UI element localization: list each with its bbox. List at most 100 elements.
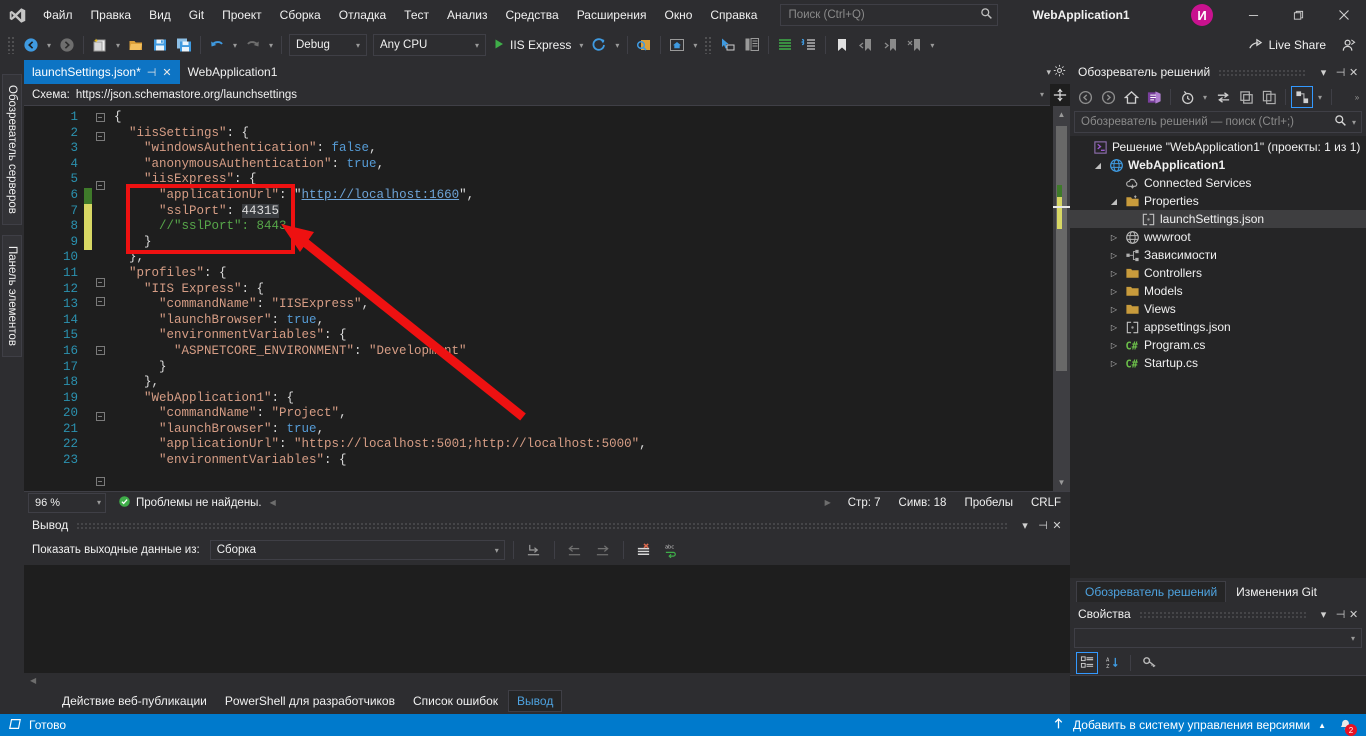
- pending-history-dropdown[interactable]: ▾: [1199, 85, 1211, 109]
- menu-help[interactable]: Справка: [701, 4, 766, 26]
- line-ending-indicator[interactable]: CRLF: [1022, 497, 1070, 509]
- navigate-backward-dropdown[interactable]: ▾: [43, 33, 55, 57]
- code-text-area[interactable]: {"iisSettings": {"windowsAuthentication"…: [108, 106, 1053, 491]
- menu-edit[interactable]: Правка: [82, 4, 141, 26]
- tab-settings-icon[interactable]: [1053, 64, 1066, 80]
- tab-launchsettings-json[interactable]: launchSettings.json* ⊣ ✕: [24, 60, 180, 84]
- editor-vertical-scrollbar[interactable]: ▲ ▼: [1053, 106, 1070, 491]
- search-input[interactable]: Поиск (Ctrl+Q): [780, 4, 999, 26]
- go-to-message-icon[interactable]: [522, 538, 546, 562]
- code-line[interactable]: {: [108, 110, 1053, 126]
- minimize-button[interactable]: [1231, 0, 1276, 30]
- categorized-view-icon[interactable]: [1076, 651, 1098, 674]
- redo-dropdown[interactable]: ▾: [265, 33, 277, 57]
- fold-toggle[interactable]: −: [92, 477, 108, 493]
- menu-git[interactable]: Git: [180, 4, 213, 26]
- code-line[interactable]: "applicationUrl": "http://localhost:1660…: [108, 188, 1053, 204]
- tree-item[interactable]: Решение "WebApplication1" (проекты: 1 из…: [1070, 138, 1366, 156]
- chevron-right-icon[interactable]: ▷: [1108, 251, 1120, 260]
- find-in-files-icon[interactable]: [632, 33, 656, 57]
- dock-tab-git-changes[interactable]: Изменения Git: [1228, 582, 1325, 602]
- close-icon[interactable]: ✕: [1349, 66, 1366, 79]
- scroll-up-arrow-icon[interactable]: ▲: [1053, 106, 1070, 123]
- toolbar-grip[interactable]: [7, 36, 16, 54]
- next-message-icon[interactable]: [591, 538, 615, 562]
- notifications-button[interactable]: 2: [1334, 714, 1357, 736]
- property-pages-icon[interactable]: [1138, 652, 1160, 674]
- uncomment-lines-icon[interactable]: [797, 33, 821, 57]
- next-bookmark-icon[interactable]: [878, 33, 902, 57]
- fold-toggle[interactable]: −: [92, 113, 108, 129]
- menu-test[interactable]: Тест: [395, 4, 438, 26]
- tab-error-list[interactable]: Список ошибок: [405, 691, 506, 711]
- clear-output-icon[interactable]: [632, 538, 656, 562]
- solution-home-dropdown[interactable]: ▾: [689, 33, 701, 57]
- fold-toggle[interactable]: −: [92, 411, 108, 428]
- menu-analyze[interactable]: Анализ: [438, 4, 497, 26]
- previous-message-icon[interactable]: [563, 538, 587, 562]
- code-line[interactable]: "anonymousAuthentication": true,: [108, 157, 1053, 173]
- chevron-right-icon[interactable]: ▷: [1108, 323, 1120, 332]
- solution-configuration-combo[interactable]: Debug ▾: [289, 34, 367, 56]
- properties-object-combo[interactable]: ▾: [1074, 628, 1362, 648]
- undo-dropdown[interactable]: ▾: [229, 33, 241, 57]
- start-debug-dropdown[interactable]: ▾: [575, 33, 587, 57]
- code-line[interactable]: "iisExpress": {: [108, 172, 1053, 188]
- chevron-right-icon[interactable]: ▷: [1108, 341, 1120, 350]
- close-icon[interactable]: ✕: [1052, 519, 1070, 532]
- tree-item[interactable]: ▷ Controllers: [1070, 264, 1366, 282]
- save-icon[interactable]: [148, 33, 172, 57]
- panel-menu-icon[interactable]: ▾: [1315, 66, 1332, 79]
- zoom-level-combo[interactable]: 96 % ▾: [28, 492, 106, 513]
- new-project-icon[interactable]: [88, 33, 112, 57]
- tab-web-publish-activity[interactable]: Действие веб-публикации: [54, 691, 215, 711]
- panel-menu-icon[interactable]: ▾: [1016, 519, 1034, 532]
- indentation-indicator[interactable]: Пробелы: [955, 497, 1022, 509]
- pin-icon[interactable]: ⊣: [147, 66, 157, 79]
- menu-build[interactable]: Сборка: [271, 4, 330, 26]
- alphabetical-view-icon[interactable]: AZ: [1101, 652, 1123, 674]
- menu-extensions[interactable]: Расширения: [568, 4, 656, 26]
- undo-icon[interactable]: [205, 33, 229, 57]
- menu-file[interactable]: Файл: [34, 4, 82, 26]
- tab-webapplication1[interactable]: WebApplication1: [180, 60, 286, 84]
- chevron-right-icon[interactable]: ▷: [1108, 269, 1120, 278]
- live-share-button[interactable]: Live Share: [1238, 33, 1336, 57]
- tab-developer-powershell[interactable]: PowerShell для разработчиков: [217, 691, 403, 711]
- schema-value[interactable]: https://json.schemastore.org/launchsetti…: [76, 89, 1034, 101]
- panel-drag-dots[interactable]: [1138, 610, 1307, 618]
- solution-platform-combo[interactable]: Any CPU ▾: [373, 34, 486, 56]
- chevron-up-icon[interactable]: ▲: [1318, 721, 1326, 730]
- fold-toggle[interactable]: −: [92, 277, 108, 294]
- menu-window[interactable]: Окно: [655, 4, 701, 26]
- code-folding-margin[interactable]: − − − − − − − −: [92, 106, 108, 491]
- toolbar-overflow-icon[interactable]: »: [1354, 85, 1366, 109]
- code-line[interactable]: "commandName": "IISExpress",: [108, 297, 1053, 313]
- solution-tree[interactable]: Решение "WebApplication1" (проекты: 1 из…: [1070, 136, 1366, 578]
- split-view-button[interactable]: [1050, 83, 1070, 106]
- tree-item[interactable]: ▷ appsettings.json: [1070, 318, 1366, 336]
- menu-debug[interactable]: Отладка: [330, 4, 395, 26]
- toolbar-grip[interactable]: [704, 36, 714, 54]
- code-line[interactable]: "environmentVariables": {: [108, 328, 1053, 344]
- fold-toggle[interactable]: −: [92, 181, 108, 197]
- code-line[interactable]: "ASPNETCORE_ENVIRONMENT": "Development": [108, 344, 1053, 360]
- solution-explorer-search-input[interactable]: Обозреватель решений — поиск (Ctrl+;) ▾: [1074, 111, 1362, 133]
- tree-item[interactable]: ▷ Зависимости: [1070, 246, 1366, 264]
- tree-item[interactable]: ◢ Properties: [1070, 192, 1366, 210]
- collapse-all-icon[interactable]: [1258, 86, 1280, 108]
- sidebar-tab-toolbox[interactable]: Панель элементов: [2, 234, 22, 357]
- code-line[interactable]: //"sslPort": 8443: [108, 219, 1053, 235]
- tree-item[interactable]: ▷ Models: [1070, 282, 1366, 300]
- fold-toggle[interactable]: −: [92, 131, 108, 148]
- output-horizontal-scrollbar[interactable]: ◀: [24, 673, 1070, 688]
- tree-item[interactable]: ▷ Views: [1070, 300, 1366, 318]
- problems-indicator[interactable]: Проблемы не найдены.: [106, 495, 262, 511]
- home-icon[interactable]: [1120, 86, 1142, 108]
- pin-icon[interactable]: ⊣: [1332, 608, 1349, 621]
- forward-icon[interactable]: [1097, 86, 1119, 108]
- chevron-down-icon[interactable]: ◢: [1092, 161, 1104, 170]
- code-line[interactable]: },: [108, 375, 1053, 391]
- scrollbar-thumb[interactable]: [1056, 126, 1067, 371]
- pending-history-icon[interactable]: [1176, 86, 1198, 108]
